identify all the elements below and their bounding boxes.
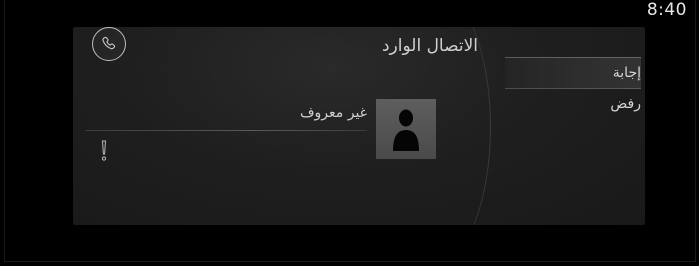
exclamation-icon bbox=[101, 140, 107, 161]
status-time: 8:40 bbox=[646, 0, 687, 20]
answer-button[interactable]: إجابة bbox=[505, 57, 641, 89]
decline-button[interactable]: رفض bbox=[505, 89, 641, 119]
incoming-call-panel: الاتصال الوارد إجابة رفض غير معروف bbox=[73, 27, 645, 225]
avatar bbox=[376, 99, 436, 159]
divider bbox=[85, 130, 367, 131]
caller-name: غير معروف bbox=[300, 105, 367, 121]
screen-frame: 8:40 الاتصال الوارد إجابة رفض غير معروف bbox=[4, 0, 696, 262]
phone-icon bbox=[102, 36, 116, 50]
warning-indicator bbox=[98, 139, 110, 163]
person-silhouette-icon bbox=[393, 109, 419, 151]
call-button[interactable] bbox=[92, 27, 126, 61]
call-actions: إجابة رفض bbox=[505, 57, 645, 119]
